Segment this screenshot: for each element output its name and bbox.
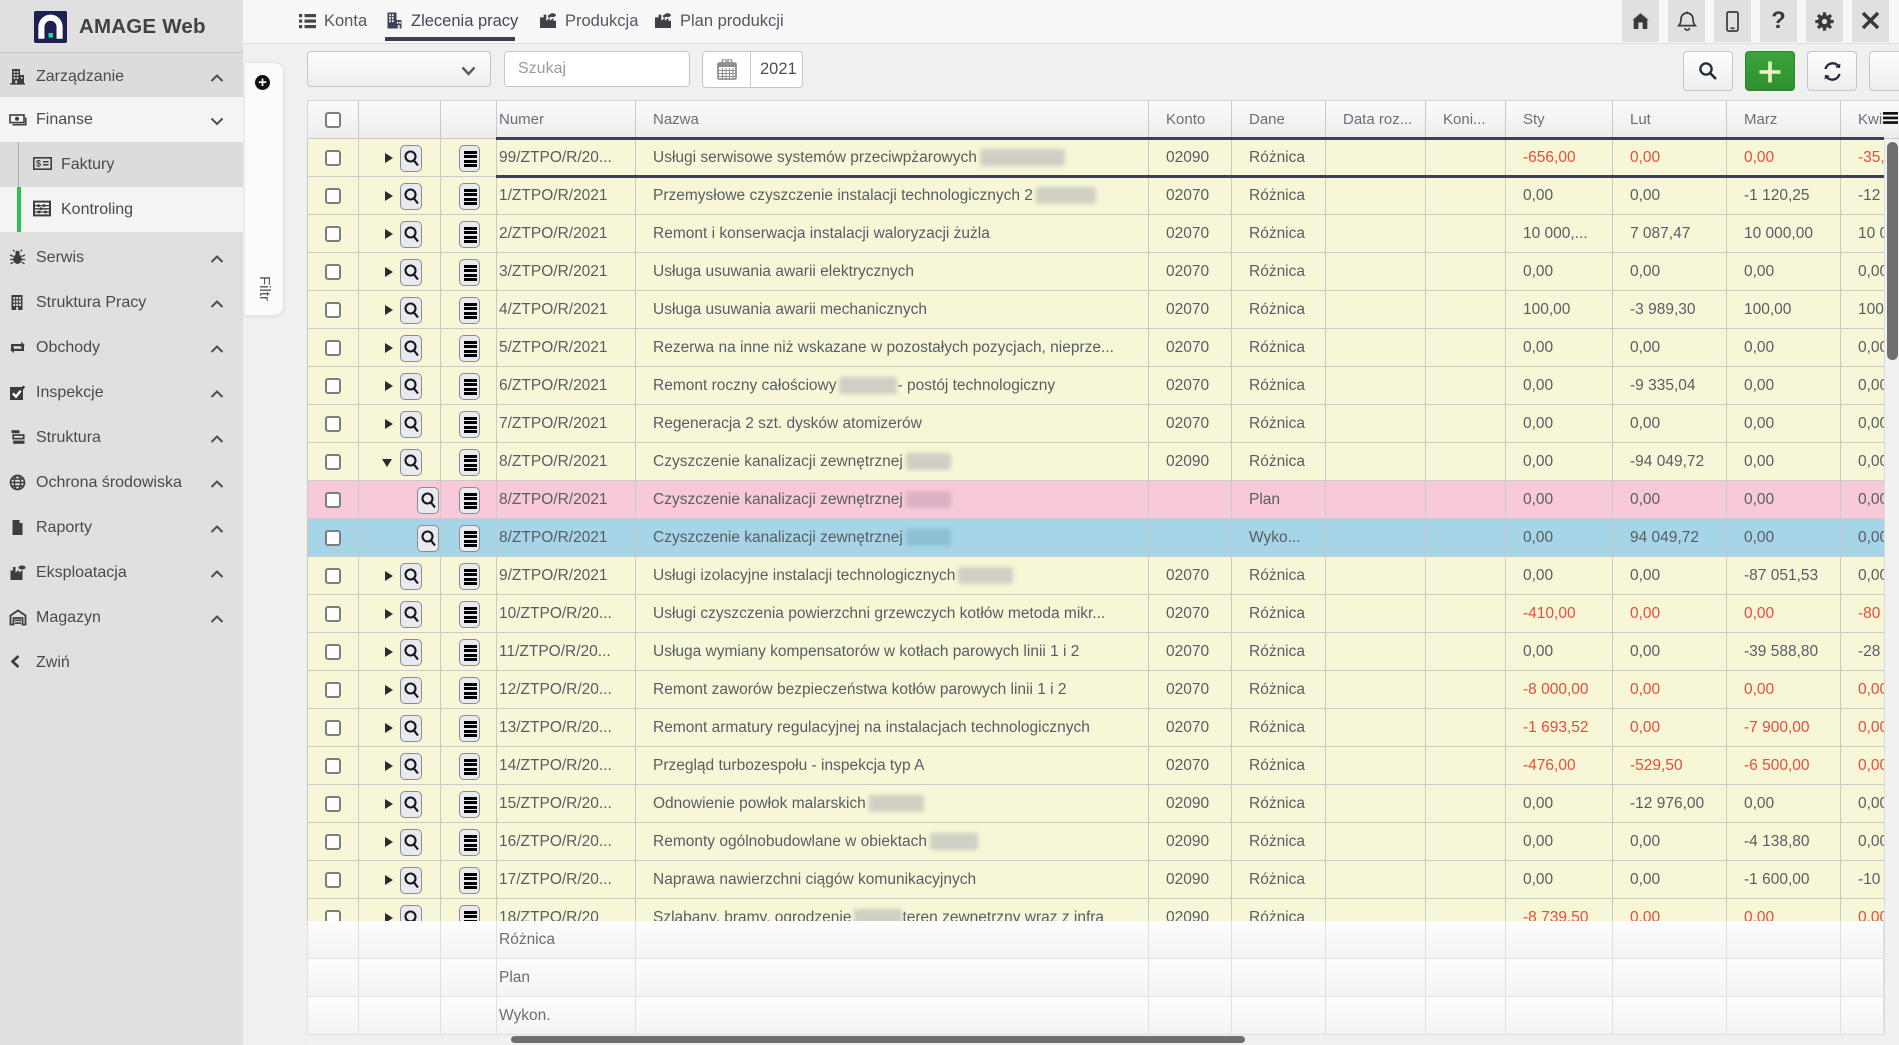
svg-text:$: $ (36, 158, 41, 168)
